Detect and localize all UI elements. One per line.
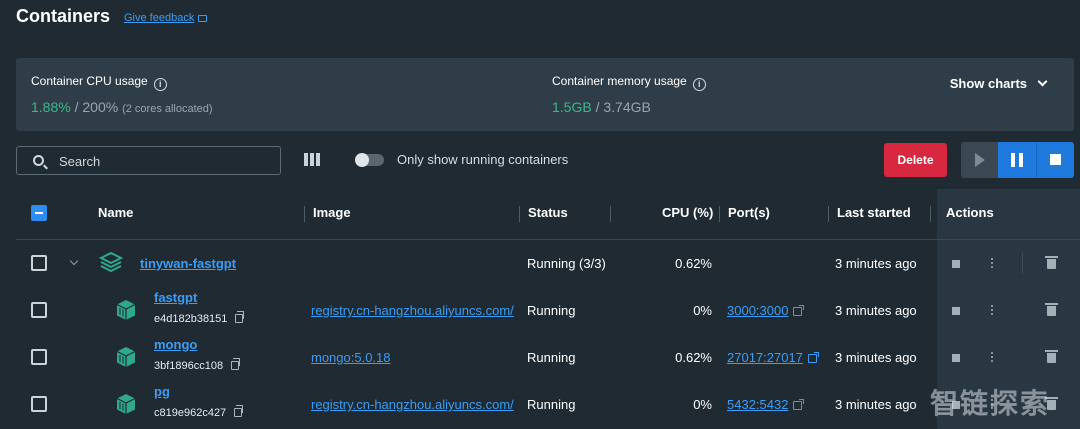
column-divider[interactable]	[719, 206, 720, 222]
columns-icon[interactable]	[304, 153, 322, 166]
status-text: Running (3/3)	[527, 256, 606, 271]
last-started: 3 minutes ago	[835, 256, 917, 271]
feedback-label: Give feedback	[124, 12, 195, 24]
row-checkbox[interactable]	[31, 396, 47, 412]
search-input[interactable]	[59, 152, 269, 170]
column-header-name[interactable]: Name	[98, 205, 133, 220]
status-text: Running	[527, 350, 576, 365]
cpu-value: 0.62%	[675, 350, 712, 365]
search-icon	[33, 155, 44, 166]
stack-icon	[99, 251, 123, 273]
cpu-usage-label: Container CPU usage i	[31, 74, 167, 91]
select-all-checkbox[interactable]	[31, 205, 47, 221]
more-icon[interactable]	[991, 352, 994, 363]
cpu-usage-value: 1.88% / 200% (2 cores allocated)	[31, 99, 213, 115]
table-row[interactable]: pg c819e962c427 registry.cn-hangzhou.ali…	[0, 381, 1080, 428]
container-icon	[116, 347, 136, 367]
row-checkbox[interactable]	[31, 302, 47, 318]
column-header-cpu[interactable]: CPU (%)	[662, 205, 713, 220]
external-link-icon	[793, 399, 805, 410]
image-link[interactable]: registry.cn-hangzhou.aliyuncs.com/	[311, 303, 520, 318]
last-started: 3 minutes ago	[835, 397, 917, 412]
stop-icon[interactable]	[952, 260, 960, 268]
usage-stats-panel: Container CPU usage i 1.88% / 200% (2 cor…	[16, 58, 1074, 131]
info-icon[interactable]: i	[153, 78, 167, 91]
port-link[interactable]: 27017:27017	[727, 350, 819, 365]
info-icon[interactable]: i	[692, 78, 706, 91]
show-charts-toggle[interactable]: Show charts	[949, 76, 1048, 91]
column-header-image[interactable]: Image	[313, 205, 351, 220]
more-icon[interactable]	[991, 258, 994, 269]
search-box[interactable]	[16, 146, 281, 175]
copy-icon[interactable]	[235, 311, 245, 323]
watermark: 智链探索	[930, 387, 1051, 420]
memory-used: 1.5GB	[552, 99, 592, 115]
column-divider[interactable]	[930, 206, 931, 222]
cpu-total: / 200%	[70, 99, 119, 115]
memory-usage-value: 1.5GB / 3.74GB	[552, 99, 651, 115]
chevron-down-icon	[1037, 76, 1048, 87]
action-divider	[1022, 252, 1023, 274]
stop-icon[interactable]	[952, 307, 960, 315]
cpu-used: 1.88%	[31, 99, 71, 115]
row-checkbox[interactable]	[31, 255, 47, 271]
trash-icon[interactable]	[1045, 350, 1058, 363]
port-link[interactable]: 5432:5432	[727, 397, 805, 412]
last-started: 3 minutes ago	[835, 303, 917, 318]
delete-button[interactable]: Delete	[884, 143, 947, 177]
image-link[interactable]: registry.cn-hangzhou.aliyuncs.com/	[311, 397, 520, 412]
stop-icon[interactable]	[952, 354, 960, 362]
column-divider[interactable]	[828, 206, 829, 222]
container-icon	[116, 300, 136, 320]
external-link-icon	[793, 305, 805, 316]
column-divider[interactable]	[519, 206, 520, 222]
column-header-status[interactable]: Status	[528, 205, 568, 220]
column-header-ports[interactable]: Port(s)	[728, 205, 770, 220]
container-name-link[interactable]: pg	[154, 384, 170, 399]
table-header: Name Image Status CPU (%) Port(s) Last s…	[16, 190, 1080, 240]
feedback-icon	[198, 15, 208, 22]
container-name-link[interactable]: tinywan-fastgpt	[140, 256, 236, 271]
row-checkbox[interactable]	[31, 349, 47, 365]
column-header-last-started[interactable]: Last started	[837, 205, 911, 220]
container-id: e4d182b38151	[154, 311, 245, 325]
show-charts-label: Show charts	[949, 76, 1027, 91]
column-header-actions: Actions	[946, 205, 994, 220]
container-name-link[interactable]: mongo	[154, 337, 197, 352]
copy-icon[interactable]	[231, 358, 241, 370]
trash-icon[interactable]	[1045, 303, 1058, 316]
last-started: 3 minutes ago	[835, 350, 917, 365]
start-button[interactable]	[961, 142, 998, 178]
cpu-note: (2 cores allocated)	[122, 103, 213, 115]
external-link-icon	[807, 352, 819, 363]
memory-usage-label: Container memory usage i	[552, 74, 706, 91]
container-icon	[116, 394, 136, 414]
pause-button[interactable]	[998, 142, 1036, 178]
port-link[interactable]: 3000:3000	[727, 303, 805, 318]
cpu-value: 0.62%	[675, 256, 712, 271]
cpu-value: 0%	[693, 303, 712, 318]
image-link[interactable]: mongo:5.0.18	[311, 350, 520, 365]
more-icon[interactable]	[991, 305, 994, 316]
give-feedback-link[interactable]: Give feedback	[124, 12, 208, 24]
page-title: Containers	[16, 6, 111, 26]
container-name-link[interactable]: fastgpt	[154, 290, 197, 305]
trash-icon[interactable]	[1045, 256, 1058, 269]
container-id: 3bf1896cc108	[154, 358, 241, 372]
container-id: c819e962c427	[154, 405, 244, 419]
status-text: Running	[527, 303, 576, 318]
column-divider[interactable]	[304, 206, 305, 222]
table-row[interactable]: fastgpt e4d182b38151 registry.cn-hangzho…	[0, 287, 1080, 334]
status-text: Running	[527, 397, 576, 412]
running-only-toggle[interactable]	[355, 153, 384, 167]
stop-button[interactable]	[1036, 142, 1074, 178]
copy-icon[interactable]	[234, 405, 244, 417]
memory-total: / 3.74GB	[591, 99, 651, 115]
table-row[interactable]: mongo 3bf1896cc108 mongo:5.0.18 Running …	[0, 334, 1080, 381]
column-divider[interactable]	[610, 206, 611, 222]
cpu-value: 0%	[693, 397, 712, 412]
chevron-down-icon[interactable]	[69, 256, 79, 266]
running-only-label: Only show running containers	[397, 152, 569, 167]
table-row[interactable]: tinywan-fastgpt Running (3/3) 0.62% 3 mi…	[0, 240, 1080, 287]
